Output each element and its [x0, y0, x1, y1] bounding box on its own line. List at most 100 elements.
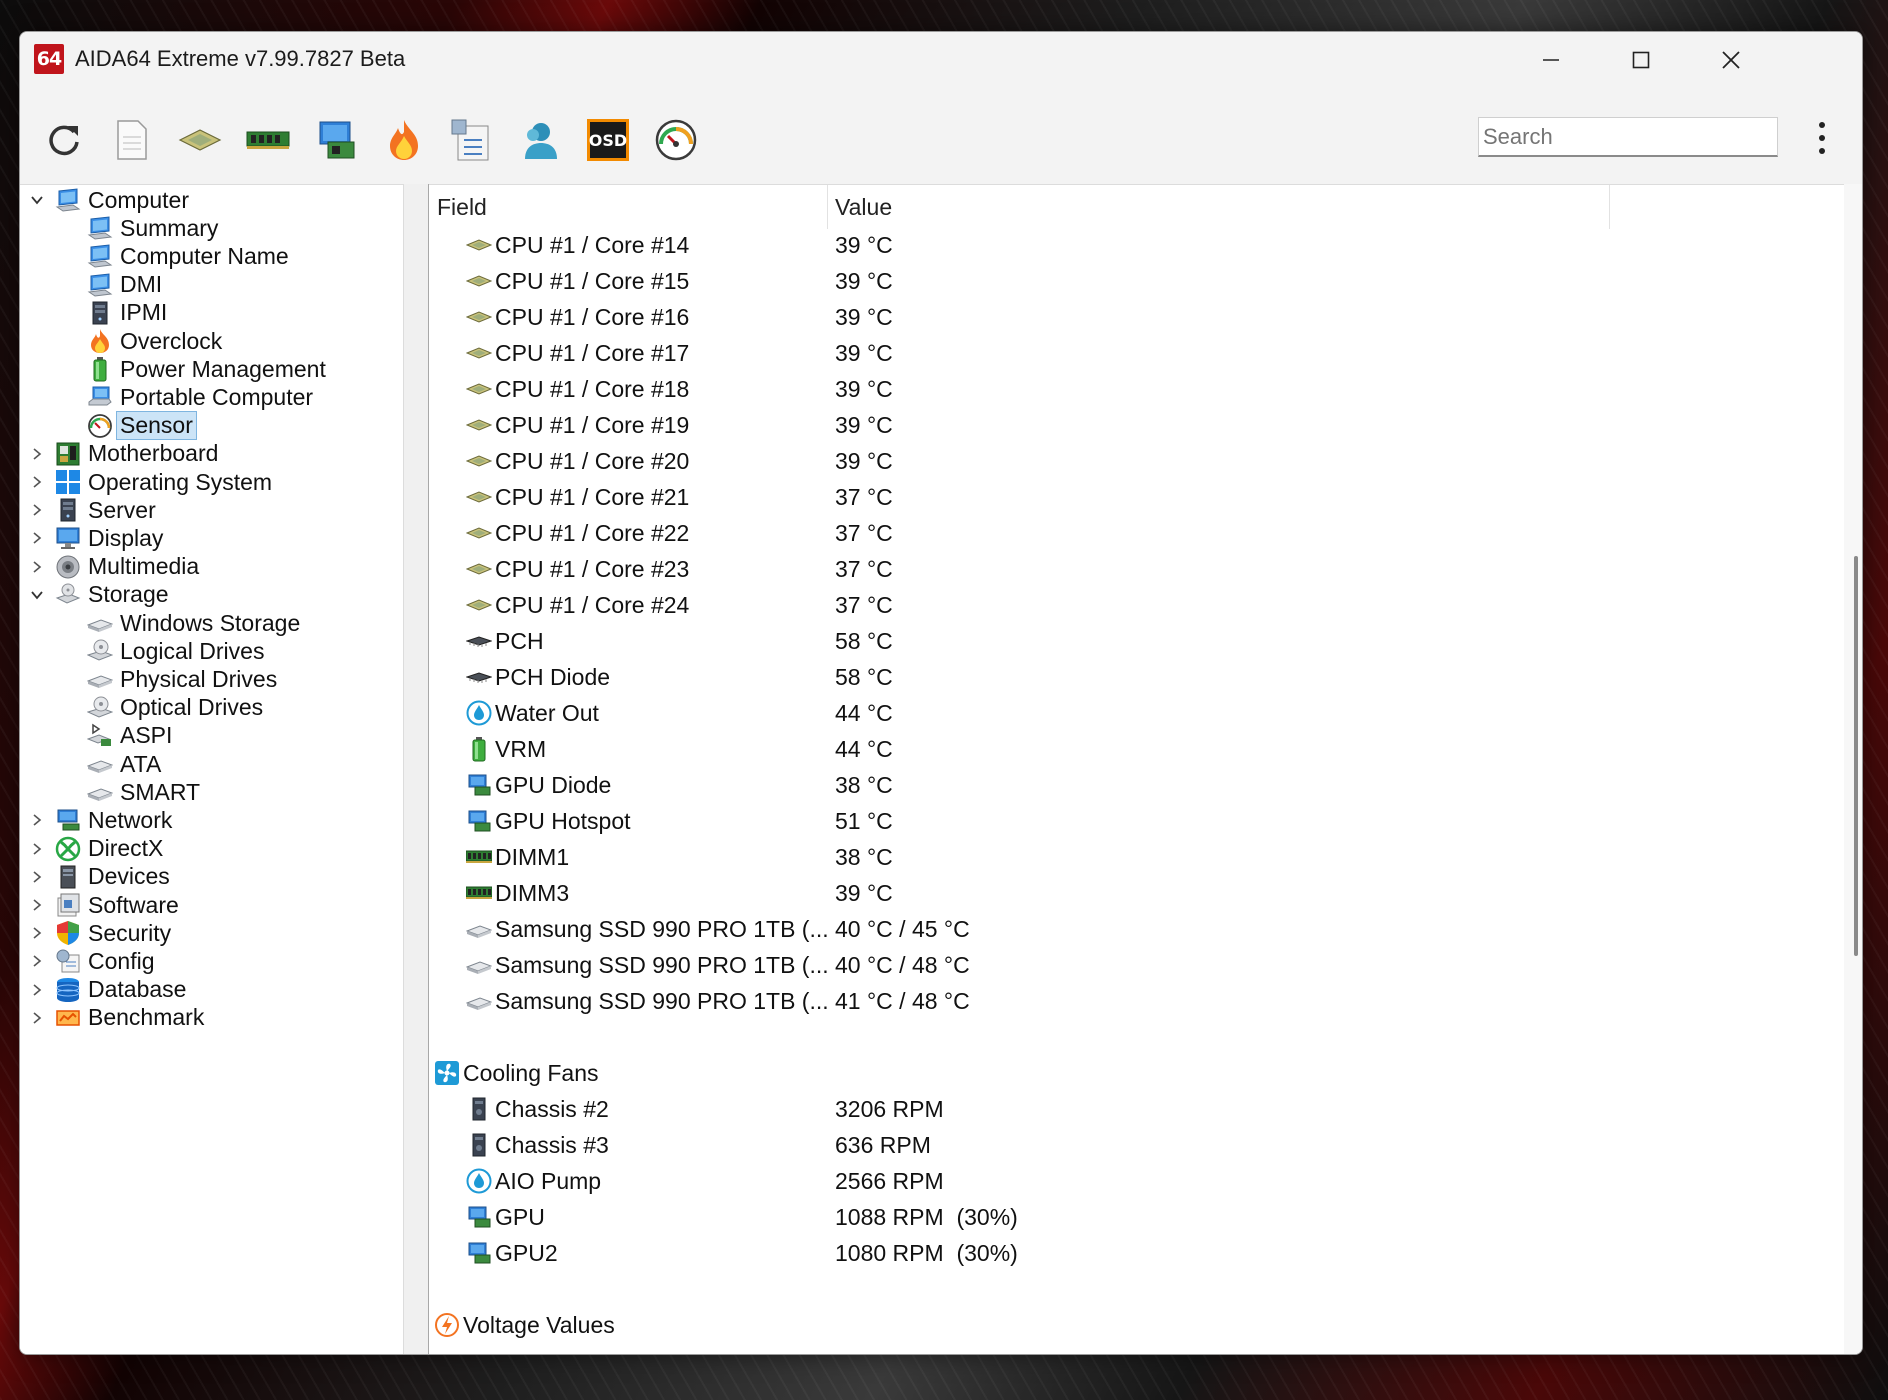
- fan-row[interactable]: GPU2 1080 RPM (30%): [465, 1235, 1609, 1271]
- motherboard-button[interactable]: [314, 118, 358, 162]
- tree-item-ipmi[interactable]: IPMI: [86, 297, 167, 329]
- tree-item-portable-computer[interactable]: Portable Computer: [86, 381, 313, 413]
- minimize-button[interactable]: [1506, 32, 1596, 88]
- tree-item-directx[interactable]: DirectX: [33, 833, 163, 865]
- tree-item-physical-drives[interactable]: Physical Drives: [86, 663, 277, 695]
- tree-item-ata[interactable]: ATA: [86, 748, 161, 780]
- sensor-row[interactable]: Samsung SSD 990 PRO 1TB (... 40 °C / 45 °…: [465, 911, 1609, 947]
- tree-item-software[interactable]: Software: [33, 889, 179, 921]
- sensor-row[interactable]: VRM 44 °C: [465, 731, 1609, 767]
- sensor-row[interactable]: Water Out 44 °C: [465, 695, 1609, 731]
- tree-item-server[interactable]: Server: [33, 494, 156, 526]
- tree-item-windows-storage[interactable]: Windows Storage: [86, 607, 300, 639]
- sensor-row[interactable]: CPU #1 / Core #18 39 °C: [465, 371, 1609, 407]
- tree-item-multimedia[interactable]: Multimedia: [33, 551, 199, 583]
- cpu-button[interactable]: [178, 118, 222, 162]
- sensor-row[interactable]: GPU Diode 38 °C: [465, 767, 1609, 803]
- sensor-row[interactable]: CPU #1 / Core #20 39 °C: [465, 443, 1609, 479]
- search-input[interactable]: [1478, 117, 1778, 157]
- chevron-right-icon[interactable]: [28, 494, 46, 526]
- fan-row[interactable]: Chassis #3 636 RPM: [465, 1127, 1609, 1163]
- fan-row[interactable]: Chassis #2 3206 RPM: [465, 1091, 1609, 1127]
- chevron-down-icon[interactable]: [28, 185, 46, 216]
- tree-item-motherboard[interactable]: Motherboard: [33, 438, 218, 470]
- tree-item-logical-drives[interactable]: Logical Drives: [86, 635, 264, 667]
- sensor-row[interactable]: CPU #1 / Core #24 37 °C: [465, 587, 1609, 623]
- sensor-row[interactable]: PCH 58 °C: [465, 623, 1609, 659]
- chevron-right-icon[interactable]: [28, 833, 46, 865]
- tree-item-sensor[interactable]: Sensor: [86, 410, 197, 442]
- chevron-right-icon[interactable]: [28, 917, 46, 949]
- chevron-right-icon[interactable]: [28, 466, 46, 498]
- tree-item-config[interactable]: Config: [33, 945, 154, 977]
- tree-item-database[interactable]: Database: [33, 974, 186, 1006]
- sensor-row[interactable]: CPU #1 / Core #22 37 °C: [465, 515, 1609, 551]
- sensor-row[interactable]: DIMM1 38 °C: [465, 839, 1609, 875]
- tree-item-aspi[interactable]: ASPI: [86, 720, 172, 752]
- tree-item-display[interactable]: Display: [33, 522, 163, 554]
- sensor-button[interactable]: [654, 118, 698, 162]
- group-header-voltage-values[interactable]: Voltage Values: [433, 1307, 1609, 1343]
- tree-item-optical-drives[interactable]: Optical Drives: [86, 692, 263, 724]
- pane-splitter[interactable]: [403, 184, 429, 1354]
- chevron-right-icon[interactable]: [28, 889, 46, 921]
- navigation-tree: Computer Summary Computer Name DMI IPMI Overc…: [20, 184, 403, 1354]
- osd-button[interactable]: OSD: [586, 118, 630, 162]
- user-button[interactable]: [518, 118, 562, 162]
- sensor-row[interactable]: CPU #1 / Core #23 37 °C: [465, 551, 1609, 587]
- chevron-down-icon[interactable]: [28, 579, 46, 611]
- tree-item-benchmark[interactable]: Benchmark: [33, 1002, 204, 1034]
- tree-item-summary[interactable]: Summary: [86, 212, 218, 244]
- report-button[interactable]: [110, 118, 154, 162]
- sensor-row[interactable]: CPU #1 / Core #16 39 °C: [465, 299, 1609, 335]
- chevron-right-icon[interactable]: [28, 522, 46, 554]
- column-header-field[interactable]: Field: [429, 185, 827, 229]
- tree-item-security[interactable]: Security: [33, 917, 171, 949]
- sensor-row[interactable]: CPU #1 / Core #17 39 °C: [465, 335, 1609, 371]
- column-divider[interactable]: [1609, 185, 1610, 229]
- sensor-row[interactable]: CPU #1 / Core #21 37 °C: [465, 479, 1609, 515]
- sensor-row[interactable]: Samsung SSD 990 PRO 1TB (... 41 °C / 48 °…: [465, 983, 1609, 1019]
- chevron-right-icon[interactable]: [28, 1002, 46, 1034]
- chevron-right-icon[interactable]: [28, 804, 46, 836]
- memory-button[interactable]: [246, 118, 290, 162]
- sensor-row[interactable]: Samsung SSD 990 PRO 1TB (... 40 °C / 48 °…: [465, 947, 1609, 983]
- cpu-icon: [465, 267, 493, 295]
- sensor-row[interactable]: DIMM3 39 °C: [465, 875, 1609, 911]
- chevron-right-icon[interactable]: [28, 861, 46, 893]
- display-icon: [54, 524, 82, 552]
- sensor-row[interactable]: CPU #1 / Core #15 39 °C: [465, 263, 1609, 299]
- refresh-button[interactable]: [42, 118, 86, 162]
- tree-item-power-management[interactable]: Power Management: [86, 353, 326, 385]
- tree-item-computer-name[interactable]: Computer Name: [86, 240, 289, 272]
- tree-item-storage[interactable]: Storage: [31, 579, 169, 611]
- fan-row[interactable]: GPU 1088 RPM (30%): [465, 1199, 1609, 1235]
- tree-item-devices[interactable]: Devices: [33, 861, 170, 893]
- devices-icon: [54, 863, 82, 891]
- fan-row[interactable]: AIO Pump 2566 RPM: [465, 1163, 1609, 1199]
- sensor-row[interactable]: PCH Diode 58 °C: [465, 659, 1609, 695]
- tree-item-dmi[interactable]: DMI: [86, 269, 162, 301]
- chevron-right-icon[interactable]: [28, 945, 46, 977]
- sensor-row[interactable]: GPU Hotspot 51 °C: [465, 803, 1609, 839]
- tasks-button[interactable]: [450, 118, 494, 162]
- tree-item-smart[interactable]: SMART: [86, 776, 200, 808]
- chevron-right-icon[interactable]: [28, 551, 46, 583]
- tree-item-network[interactable]: Network: [33, 804, 172, 836]
- chevron-right-icon[interactable]: [28, 438, 46, 470]
- cpu-icon: [465, 519, 493, 547]
- more-options-button[interactable]: [1810, 118, 1834, 158]
- chevron-right-icon[interactable]: [28, 974, 46, 1006]
- overclock-button[interactable]: [382, 118, 426, 162]
- tree-item-operating-system[interactable]: Operating System: [33, 466, 272, 498]
- tree-item-overclock[interactable]: Overclock: [86, 325, 222, 357]
- tree-item-computer[interactable]: Computer: [31, 185, 189, 216]
- sensor-row[interactable]: CPU #1 / Core #14 39 °C: [465, 227, 1609, 263]
- maximize-button[interactable]: [1596, 32, 1686, 88]
- field-cell: CPU #1 / Core #24: [495, 591, 690, 618]
- column-header-value[interactable]: Value: [827, 185, 1609, 229]
- group-header-cooling-fans[interactable]: Cooling Fans: [433, 1055, 1609, 1091]
- sensor-row[interactable]: CPU #1 / Core #19 39 °C: [465, 407, 1609, 443]
- scrollbar-thumb[interactable]: [1854, 556, 1858, 956]
- close-button[interactable]: [1686, 32, 1776, 88]
